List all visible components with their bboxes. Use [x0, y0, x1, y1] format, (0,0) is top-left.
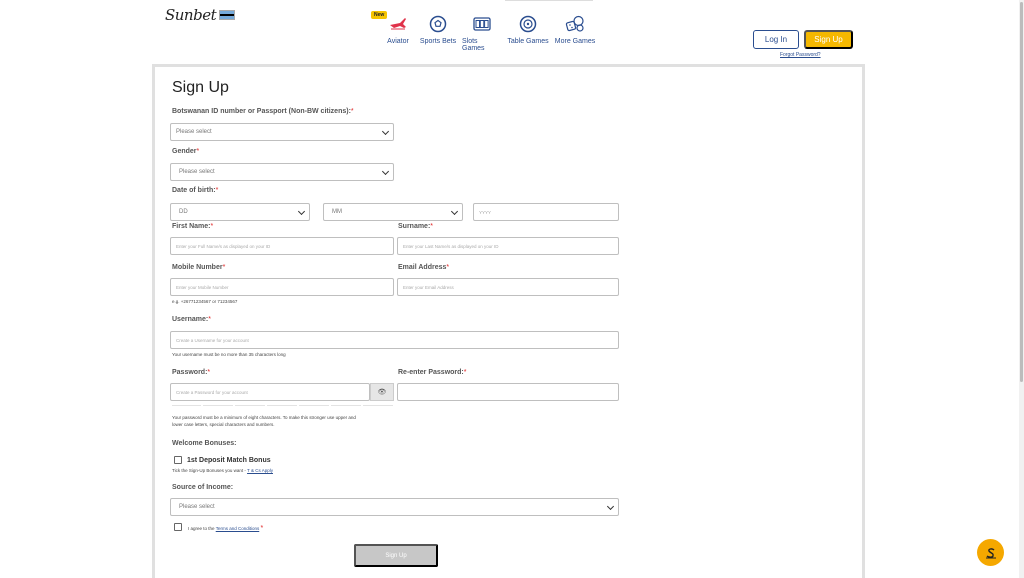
tcs-apply-link[interactable]: T & Cs Apply — [247, 468, 273, 473]
bonus-option-label: 1st Deposit Match Bonus — [187, 457, 271, 464]
nav-label: Sports Bets — [419, 38, 457, 45]
email-label: Email Address* — [398, 264, 450, 271]
login-button[interactable]: Log In — [753, 30, 799, 49]
signup-header-button[interactable]: Sign Up — [804, 30, 853, 49]
dob-year-input[interactable]: YYYY — [473, 203, 619, 221]
password-strength-segment — [235, 405, 265, 406]
password-strength-segment — [299, 405, 329, 406]
gender-label: Gender* — [172, 148, 200, 155]
nav-label: Slots Games — [462, 38, 485, 52]
terms-checkbox[interactable] — [174, 523, 182, 531]
dob-day-select[interactable]: DD — [170, 203, 310, 221]
page-scrollbar[interactable] — [1019, 0, 1024, 578]
terms-link[interactable]: Terms and Conditions — [216, 526, 260, 531]
password-input[interactable]: Create a Password for your account — [170, 383, 370, 401]
forgot-password-link[interactable]: Forgot Password? — [780, 52, 821, 58]
reenter-password-label: Re-enter Password:* — [398, 369, 467, 376]
logo-text: Sunbet — [165, 6, 217, 24]
nav-item-sports-bets[interactable]: Sports Bets — [419, 14, 457, 52]
nav-label: More Games — [554, 38, 596, 45]
chat-support-button[interactable] — [977, 539, 1004, 566]
signup-form: Sign Up Botswanan ID number or Passport … — [152, 64, 865, 578]
mobile-hint: e.g. +26771234567 or 71234567 — [172, 299, 238, 304]
page: Sunbet New Aviator Sports Bets Slots Gam… — [0, 0, 1024, 578]
dice-icon — [565, 15, 584, 32]
nav-item-more-games[interactable]: More Games — [554, 14, 596, 52]
nav-item-aviator[interactable]: New Aviator — [371, 11, 414, 52]
brand-logo[interactable]: Sunbet — [165, 6, 236, 24]
password-strength-segment — [331, 405, 361, 406]
dob-label: Date of birth:* — [172, 187, 219, 194]
page-title: Sign Up — [172, 79, 229, 96]
first-name-input[interactable]: Enter your Full Name/s as displayed on y… — [170, 237, 394, 255]
income-label: Source of Income: — [172, 484, 234, 491]
roulette-icon — [519, 15, 537, 33]
gender-select[interactable]: Please select — [170, 163, 394, 181]
bonus-hint: Tick the Sign-Up Bonuses you want - T & … — [172, 468, 273, 473]
income-select[interactable]: Please select — [170, 498, 619, 516]
new-badge: New — [371, 11, 388, 19]
welcome-bonuses-label: Welcome Bonuses: — [172, 440, 237, 447]
show-password-eye-icon[interactable]: 👁 — [370, 383, 394, 401]
nav-label: Table Games — [507, 38, 549, 45]
password-strength-segment — [203, 405, 233, 406]
signup-submit-button[interactable]: Sign Up — [354, 544, 438, 567]
password-strength-segment — [267, 405, 297, 406]
password-strength-segment — [172, 405, 201, 406]
slot-machine-icon — [473, 17, 491, 31]
mobile-label: Mobile Number* — [172, 264, 226, 271]
plane-icon — [390, 18, 406, 30]
main-nav: New Aviator Sports Bets Slots Games Tabl… — [371, 11, 596, 52]
id-type-select[interactable]: Please select — [170, 123, 394, 141]
surname-input[interactable]: Enter your Last Name/s as displayed on y… — [397, 237, 619, 255]
nav-divider — [505, 0, 593, 1]
username-label: Username:* — [172, 316, 211, 323]
terms-text: I agree to the Terms and Conditions * — [188, 525, 264, 532]
reenter-password-input[interactable] — [397, 383, 619, 401]
dob-month-select[interactable]: MM — [323, 203, 463, 221]
soccer-ball-icon — [429, 15, 447, 33]
nav-label: Aviator — [387, 38, 409, 45]
botswana-flag-icon — [219, 10, 236, 20]
bonus-checkbox[interactable] — [174, 456, 182, 464]
password-hint: Your password must be a minimum of eight… — [172, 415, 356, 427]
password-strength-segment — [363, 405, 393, 406]
id-type-label: Botswanan ID number or Passport (Non-BW … — [172, 108, 354, 115]
surname-label: Surname:* — [398, 223, 434, 230]
first-name-label: First Name:* — [172, 223, 214, 230]
nav-item-slots-games[interactable]: Slots Games — [462, 14, 502, 52]
scrollbar-thumb[interactable] — [1020, 2, 1023, 382]
mobile-input[interactable]: Enter your Mobile Number — [170, 278, 394, 296]
username-input[interactable]: Create a Username for your account — [170, 331, 619, 349]
email-input[interactable]: Enter your Email Address — [397, 278, 619, 296]
username-hint: Your username must be no more than 35 ch… — [172, 352, 286, 357]
chat-logo-icon — [985, 547, 996, 558]
password-label: Password:* — [172, 369, 211, 376]
nav-item-table-games[interactable]: Table Games — [507, 14, 549, 52]
